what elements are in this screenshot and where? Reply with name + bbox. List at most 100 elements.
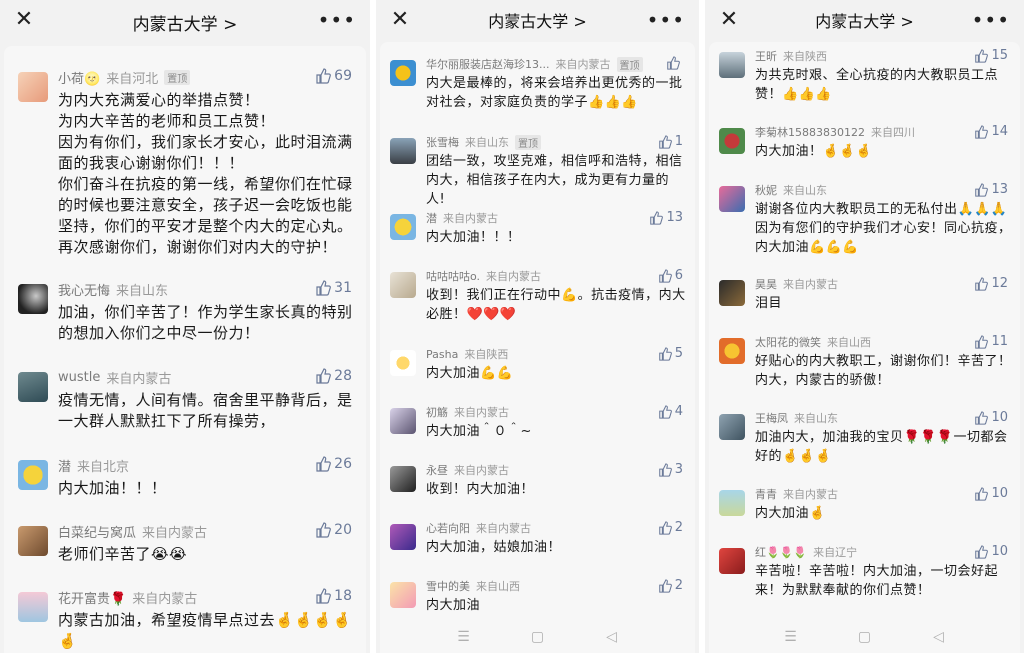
- thumb-up-icon: [975, 124, 989, 139]
- like-button[interactable]: 4: [658, 404, 683, 419]
- comment-item: 青青 来自内蒙古 10 内大加油🤞: [709, 486, 1020, 526]
- like-button[interactable]: 13: [974, 182, 1008, 197]
- commenter-name[interactable]: 昊昊: [755, 276, 777, 292]
- commenter-name[interactable]: wustle: [58, 370, 100, 385]
- like-button[interactable]: 3: [658, 462, 683, 477]
- like-button[interactable]: 5: [658, 346, 683, 361]
- commenter-name[interactable]: 白菜纪与窝瓜: [58, 522, 136, 541]
- comment-text: 疫情无情，人间有情。宿舍里平静背后，是一大群人默默扛下了所有操劳，: [58, 391, 353, 430]
- avatar[interactable]: [390, 524, 416, 550]
- avatar[interactable]: [719, 548, 745, 574]
- comment-list: 华尔丽服装店赵海珍13... 来自内蒙古 置顶 内大是最棒的，将来会培养出更优秀…: [380, 42, 695, 653]
- avatar[interactable]: [719, 52, 745, 78]
- like-button[interactable]: 2: [658, 520, 683, 535]
- like-button[interactable]: 15: [974, 48, 1008, 63]
- comment-item: 潜 来自内蒙古 13 内大加油！！！: [380, 210, 695, 250]
- commenter-name[interactable]: 潜: [426, 210, 437, 226]
- like-count: 26: [334, 456, 352, 472]
- like-button[interactable]: 31: [315, 280, 352, 296]
- page-title[interactable]: 内蒙古大学 >: [133, 10, 238, 35]
- commenter-name[interactable]: 永昼: [426, 462, 448, 478]
- like-button[interactable]: 69: [315, 68, 352, 84]
- thumb-up-icon: [658, 268, 672, 283]
- close-icon[interactable]: ✕: [388, 8, 412, 32]
- avatar[interactable]: [719, 280, 745, 306]
- commenter-name[interactable]: 王昕: [755, 48, 777, 64]
- commenter-name[interactable]: 李菊林15883830122: [755, 124, 865, 140]
- like-button[interactable]: 6: [658, 268, 683, 283]
- menu-nav-icon[interactable]: ☰: [455, 629, 473, 645]
- commenter-name[interactable]: 秋妮: [755, 182, 777, 198]
- avatar[interactable]: [18, 526, 48, 556]
- commenter-name[interactable]: 小荷🌝: [58, 68, 100, 87]
- commenter-name[interactable]: 咕咕咕咕o.: [426, 268, 480, 284]
- back-nav-icon[interactable]: ◁: [603, 629, 621, 645]
- comment-meta: 昊昊 来自内蒙古: [755, 276, 838, 292]
- avatar[interactable]: [390, 60, 416, 86]
- comment-item: 红🌷🌷🌷 来自辽宁 10 辛苦啦！辛苦啦！内大加油，一切会好起来！为默默奉献的你…: [709, 544, 1020, 604]
- home-nav-icon[interactable]: ▢: [529, 629, 547, 645]
- comment-item: wustle 来自内蒙古 28 疫情无情，人间有情。宿舍里平静背后，是一大群人默…: [4, 366, 366, 436]
- like-button[interactable]: 28: [315, 368, 352, 384]
- page-title[interactable]: 内蒙古大学 >: [815, 8, 914, 32]
- thumb-up-icon: [975, 544, 989, 559]
- avatar[interactable]: [18, 372, 48, 402]
- close-icon[interactable]: ✕: [12, 8, 36, 32]
- commenter-name[interactable]: 红🌷🌷🌷: [755, 544, 807, 560]
- comment-text: 团结一致，攻坚克难，相信呼和浩特，相信内大，相信孩子在内大，成为更有力量的人!: [426, 154, 683, 207]
- commenter-name[interactable]: 我心无悔: [58, 280, 110, 299]
- like-button[interactable]: 11: [974, 334, 1008, 349]
- like-button[interactable]: 2: [658, 578, 683, 593]
- like-button[interactable]: 13: [649, 210, 683, 225]
- comment-text: 内大加油💪💪: [426, 366, 514, 381]
- commenter-name[interactable]: 潜: [58, 456, 71, 475]
- avatar[interactable]: [18, 592, 48, 622]
- avatar[interactable]: [719, 490, 745, 516]
- avatar[interactable]: [18, 284, 48, 314]
- commenter-name[interactable]: 太阳花的微笑: [755, 334, 821, 350]
- comment-list: 小荷🌝 来自河北 置顶 69 为内大充满爱心的举措点赞！ 为内大辛苦的老师和员工…: [4, 46, 366, 653]
- like-count: 12: [991, 276, 1008, 291]
- more-icon[interactable]: •••: [972, 8, 1010, 32]
- avatar[interactable]: [18, 460, 48, 490]
- avatar[interactable]: [719, 414, 745, 440]
- menu-nav-icon[interactable]: ☰: [782, 629, 800, 645]
- avatar[interactable]: [390, 466, 416, 492]
- close-icon[interactable]: ✕: [717, 8, 741, 32]
- commenter-name[interactable]: 华尔丽服装店赵海珍13...: [426, 56, 550, 72]
- avatar[interactable]: [719, 186, 745, 212]
- like-button[interactable]: 10: [974, 410, 1008, 425]
- commenter-name[interactable]: 心若向阳: [426, 520, 470, 536]
- commenter-name[interactable]: 青青: [755, 486, 777, 502]
- commenter-name[interactable]: 王梅凤: [755, 410, 788, 426]
- avatar[interactable]: [390, 138, 416, 164]
- avatar[interactable]: [18, 72, 48, 102]
- more-icon[interactable]: •••: [318, 8, 356, 32]
- like-button[interactable]: 20: [315, 522, 352, 538]
- like-button[interactable]: 12: [974, 276, 1008, 291]
- like-button[interactable]: 18: [315, 588, 352, 604]
- avatar[interactable]: [719, 128, 745, 154]
- like-button[interactable]: 1: [658, 134, 683, 149]
- commenter-name[interactable]: 雪中的美: [426, 578, 470, 594]
- avatar[interactable]: [390, 582, 416, 608]
- avatar[interactable]: [390, 214, 416, 240]
- commenter-name[interactable]: 花开富贵🌹: [58, 588, 126, 607]
- commenter-name[interactable]: 张雪梅: [426, 134, 459, 150]
- avatar[interactable]: [719, 338, 745, 364]
- avatar[interactable]: [390, 350, 416, 376]
- like-button[interactable]: [666, 56, 683, 70]
- like-button[interactable]: 10: [974, 544, 1008, 559]
- home-nav-icon[interactable]: ▢: [856, 629, 874, 645]
- comment-text: 内大加油！！！: [58, 479, 167, 497]
- page-title[interactable]: 内蒙古大学 >: [488, 8, 587, 32]
- commenter-name[interactable]: Pasha: [426, 348, 458, 361]
- more-icon[interactable]: •••: [647, 8, 685, 32]
- back-nav-icon[interactable]: ◁: [930, 629, 948, 645]
- avatar[interactable]: [390, 408, 416, 434]
- like-button[interactable]: 10: [974, 486, 1008, 501]
- avatar[interactable]: [390, 272, 416, 298]
- commenter-name[interactable]: 初觞: [426, 404, 448, 420]
- like-button[interactable]: 26: [315, 456, 352, 472]
- like-button[interactable]: 14: [974, 124, 1008, 139]
